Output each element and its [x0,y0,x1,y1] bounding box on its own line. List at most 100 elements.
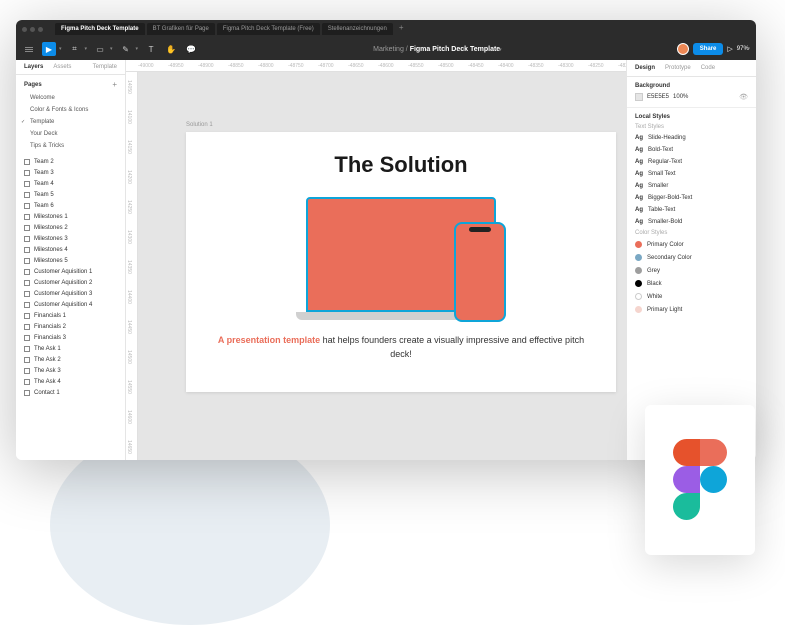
layer-item[interactable]: Financials 3 [16,332,125,343]
page-selector[interactable]: Template [93,64,117,70]
frame-icon [24,192,30,198]
color-swatch-icon [635,241,642,248]
shape-tool[interactable]: ▭ [93,42,107,56]
page-item[interactable]: Welcome [16,92,125,104]
file-tab[interactable]: Stellenanzeichnungen [322,23,393,35]
figma-logo-card [645,405,755,555]
move-tool[interactable]: ▶ [42,42,56,56]
vertical-ruler: 1405014100141501420014250143001435014400… [126,72,138,460]
color-style-item[interactable]: Secondary Color [627,251,756,264]
traffic-light-close[interactable] [22,27,27,32]
text-style-icon: Ag [635,219,643,225]
design-tab[interactable]: Design [635,65,655,71]
layer-item[interactable]: Customer Aquisition 2 [16,277,125,288]
layer-item[interactable]: Milestones 3 [16,233,125,244]
layer-item[interactable]: Milestones 2 [16,222,125,233]
slide-frame[interactable]: The Solution A presentation template hat… [186,132,616,392]
file-tab[interactable]: BT Grafiken für Page [147,23,215,35]
color-style-item[interactable]: Primary Light [627,303,756,316]
color-swatch-icon [635,254,642,261]
layer-item[interactable]: Team 3 [16,167,125,178]
layer-item[interactable]: Milestones 4 [16,244,125,255]
layer-item[interactable]: Team 6 [16,200,125,211]
frame-icon [24,236,30,242]
figma-window: Figma Pitch Deck Template BT Grafiken fü… [16,20,756,460]
share-button[interactable]: Share [693,43,724,55]
page-item[interactable]: Tips & Tricks [16,140,125,152]
frame-tool[interactable]: ⌗ [68,42,82,56]
zoom-dropdown[interactable]: 97% ▾ [737,46,750,52]
layer-item[interactable]: The Ask 2 [16,354,125,365]
text-style-item[interactable]: AgSmaller [627,180,756,192]
frame-icon [24,335,30,341]
device-mockups [206,192,596,322]
file-tab[interactable]: Figma Pitch Deck Template [55,23,145,35]
add-page-button[interactable]: + [112,80,117,89]
color-style-item[interactable]: Grey [627,264,756,277]
code-tab[interactable]: Code [701,65,715,71]
page-item[interactable]: Template [16,116,125,128]
layer-item[interactable]: Team 4 [16,178,125,189]
layer-item[interactable]: Customer Aquisition 4 [16,299,125,310]
layer-item[interactable]: The Ask 3 [16,365,125,376]
main-menu-button[interactable] [22,42,36,56]
text-style-icon: Ag [635,159,643,165]
layers-tab[interactable]: Layers [24,64,43,70]
avatar[interactable] [677,43,689,55]
layer-item[interactable]: Financials 1 [16,310,125,321]
bg-color-value[interactable]: E5E5E5 [647,94,669,100]
text-style-item[interactable]: AgRegular-Text [627,156,756,168]
frame-icon [24,214,30,220]
bg-color-swatch[interactable] [635,93,643,101]
layer-item[interactable]: The Ask 1 [16,343,125,354]
layer-item[interactable]: Milestones 1 [16,211,125,222]
text-style-icon: Ag [635,171,643,177]
frame-icon [24,258,30,264]
page-item[interactable]: Your Deck [16,128,125,140]
figma-logo-icon [673,439,727,521]
visibility-toggle-icon[interactable]: 👁 [739,93,748,101]
canvas[interactable]: -49000-48950-48900-48850-48800-48750-487… [126,60,626,460]
pen-tool[interactable]: ✎ [119,42,133,56]
layer-item[interactable]: Milestones 5 [16,255,125,266]
text-style-item[interactable]: AgTable-Text [627,204,756,216]
page-item[interactable]: Color & Fonts & Icons [16,104,125,116]
hand-tool[interactable]: ✋ [164,42,178,56]
text-tool[interactable]: T [144,42,158,56]
frame-icon [24,390,30,396]
frame-icon [24,181,30,187]
present-button[interactable]: ▷ [727,45,732,53]
color-style-item[interactable]: Primary Color [627,238,756,251]
text-style-item[interactable]: AgSmaller-Bold [627,216,756,228]
frame-icon [24,346,30,352]
color-style-item[interactable]: White [627,290,756,303]
frame-label[interactable]: Solution 1 [186,122,213,128]
color-style-item[interactable]: Black [627,277,756,290]
frame-icon [24,247,30,253]
file-tab[interactable]: Figma Pitch Deck Template (Free) [217,23,320,35]
text-style-item[interactable]: AgSlide-Heading [627,132,756,144]
text-style-item[interactable]: AgBold-Text [627,144,756,156]
new-tab-button[interactable]: + [395,23,408,35]
layer-item[interactable]: Team 5 [16,189,125,200]
layer-item[interactable]: Customer Aquisition 1 [16,266,125,277]
horizontal-ruler: -49000-48950-48900-48850-48800-48750-487… [126,60,626,72]
traffic-light-minimize[interactable] [30,27,35,32]
bg-opacity[interactable]: 100% [673,94,688,100]
text-styles-label: Text Styles [627,122,756,132]
traffic-light-zoom[interactable] [38,27,43,32]
comment-tool[interactable]: 💬 [184,42,198,56]
text-style-item[interactable]: AgBigger-Bold-Text [627,192,756,204]
layer-item[interactable]: The Ask 4 [16,376,125,387]
layer-item[interactable]: Financials 2 [16,321,125,332]
layer-item[interactable]: Customer Aquisition 3 [16,288,125,299]
layer-item[interactable]: Contact 1 [16,387,125,398]
text-style-icon: Ag [635,183,643,189]
text-style-item[interactable]: AgSmall Text [627,168,756,180]
assets-tab[interactable]: Assets [53,64,71,70]
frame-icon [24,291,30,297]
breadcrumb[interactable]: Marketing / Figma Pitch Deck Template ▾ [198,46,677,53]
background-label: Background [635,83,748,89]
layer-item[interactable]: Team 2 [16,156,125,167]
prototype-tab[interactable]: Prototype [665,65,691,71]
